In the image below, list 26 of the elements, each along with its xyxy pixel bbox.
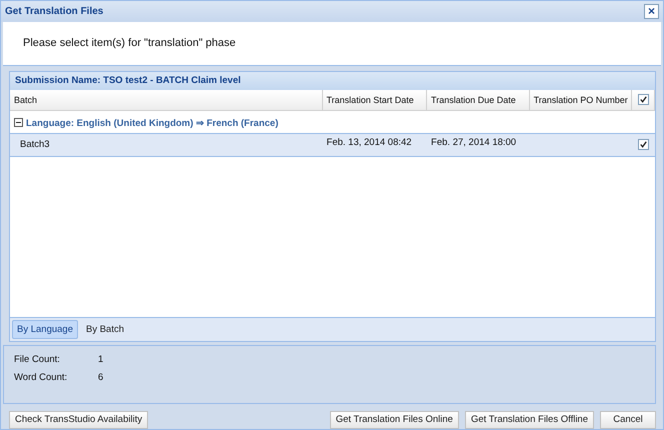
count-label: Word Count: bbox=[14, 372, 68, 384]
count-value: 1 bbox=[98, 354, 104, 366]
table-cell: Feb. 27, 2014 18:00 bbox=[431, 136, 516, 148]
tab[interactable]: By Batch bbox=[81, 320, 130, 339]
count-label: File Count: bbox=[14, 354, 61, 366]
collapse-icon[interactable] bbox=[14, 118, 23, 128]
check-availability-button[interactable]: Check TransStudio Availability bbox=[9, 410, 148, 429]
table-cell: Feb. 13, 2014 08:42 bbox=[326, 136, 412, 148]
column-header[interactable]: Translation Due Date bbox=[427, 90, 530, 110]
count-value: 6 bbox=[98, 372, 104, 384]
table-row[interactable]: Batch3 Feb. 13, 2014 08:42 Feb. 27, 2014 18:00 bbox=[10, 134, 655, 157]
column-header[interactable]: Translation Start Date bbox=[322, 90, 428, 110]
close-button[interactable]: × bbox=[644, 4, 659, 19]
window-title: Get Translation Files bbox=[5, 6, 104, 17]
grid-title: Submission Name: TSO test2 - BATCH Claim level bbox=[15, 75, 241, 86]
column-header[interactable]: Translation PO Number bbox=[530, 90, 632, 110]
checkbox[interactable] bbox=[638, 139, 650, 150]
checkbox[interactable] bbox=[638, 94, 649, 106]
group-label: Language: English (United Kingdom) ⇒ French (France) bbox=[26, 116, 278, 129]
dialog-button[interactable]: Get Translation Files Offline bbox=[464, 410, 594, 429]
instruction-text: Please select item(s) for "translation" phase bbox=[23, 37, 236, 50]
dialog-button[interactable]: Get Translation Files Online bbox=[330, 410, 459, 429]
tab[interactable]: By Language bbox=[12, 320, 78, 339]
column-header[interactable]: Batch bbox=[10, 90, 323, 110]
dialog-button[interactable]: Cancel bbox=[600, 410, 656, 429]
table-cell: Batch3 bbox=[20, 139, 50, 150]
